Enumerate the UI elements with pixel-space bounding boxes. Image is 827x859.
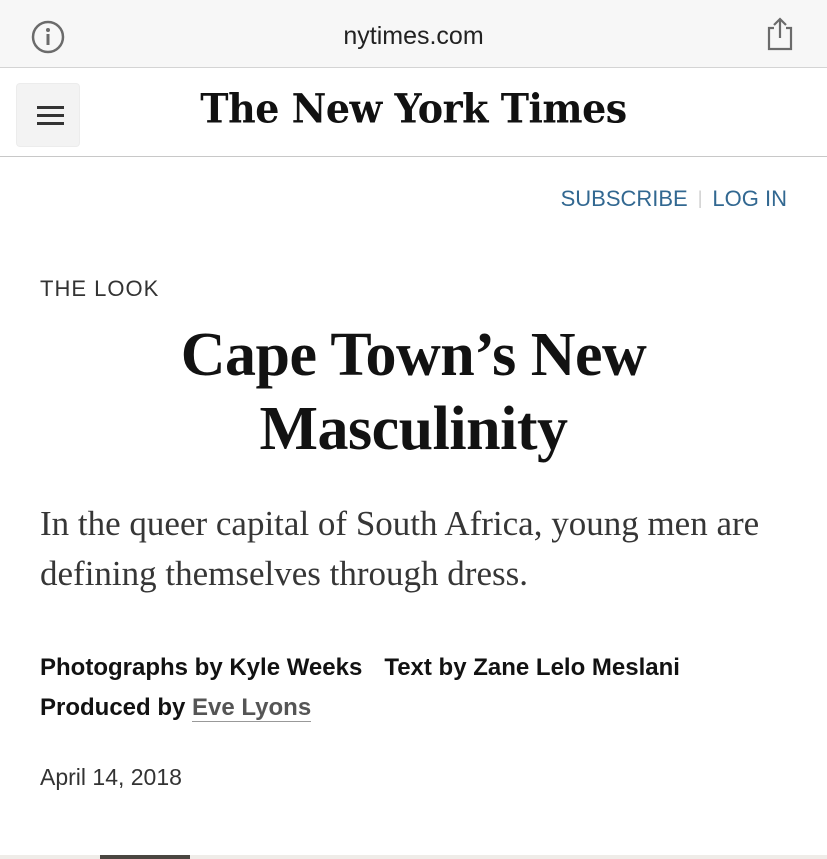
photographs-byline: Photographs by Kyle Weeks bbox=[40, 654, 363, 681]
login-link[interactable]: LOG IN bbox=[712, 186, 787, 211]
article-bylines: Photographs by Kyle Weeks Text by Zane Le… bbox=[40, 648, 800, 728]
producer-link[interactable]: Eve Lyons bbox=[192, 694, 312, 722]
article-headline: Cape Town’s New Masculinity bbox=[40, 318, 787, 466]
article-summary: In the queer capital of South Africa, yo… bbox=[40, 504, 760, 593]
text-byline: Text by Zane Lelo Meslani bbox=[384, 654, 680, 681]
headline-line-1: Cape Town’s New bbox=[180, 321, 647, 389]
share-icon[interactable] bbox=[764, 16, 796, 52]
subscribe-link[interactable]: SUBSCRIBE bbox=[561, 186, 688, 211]
nyt-logo[interactable]: The New York Times bbox=[0, 85, 827, 132]
image-top-edge bbox=[0, 855, 827, 859]
account-separator: | bbox=[697, 188, 703, 208]
account-links: SUBSCRIBE | LOG IN bbox=[561, 186, 787, 212]
browser-url-bar: nytimes.com bbox=[0, 0, 827, 68]
url-address[interactable]: nytimes.com bbox=[0, 22, 827, 51]
site-header: The New York Times bbox=[0, 68, 827, 157]
section-kicker[interactable]: THE LOOK bbox=[40, 276, 159, 302]
headline-line-2: Masculinity bbox=[259, 395, 568, 463]
produced-by-label: Produced by bbox=[40, 694, 193, 721]
publish-date: April 14, 2018 bbox=[40, 764, 182, 790]
